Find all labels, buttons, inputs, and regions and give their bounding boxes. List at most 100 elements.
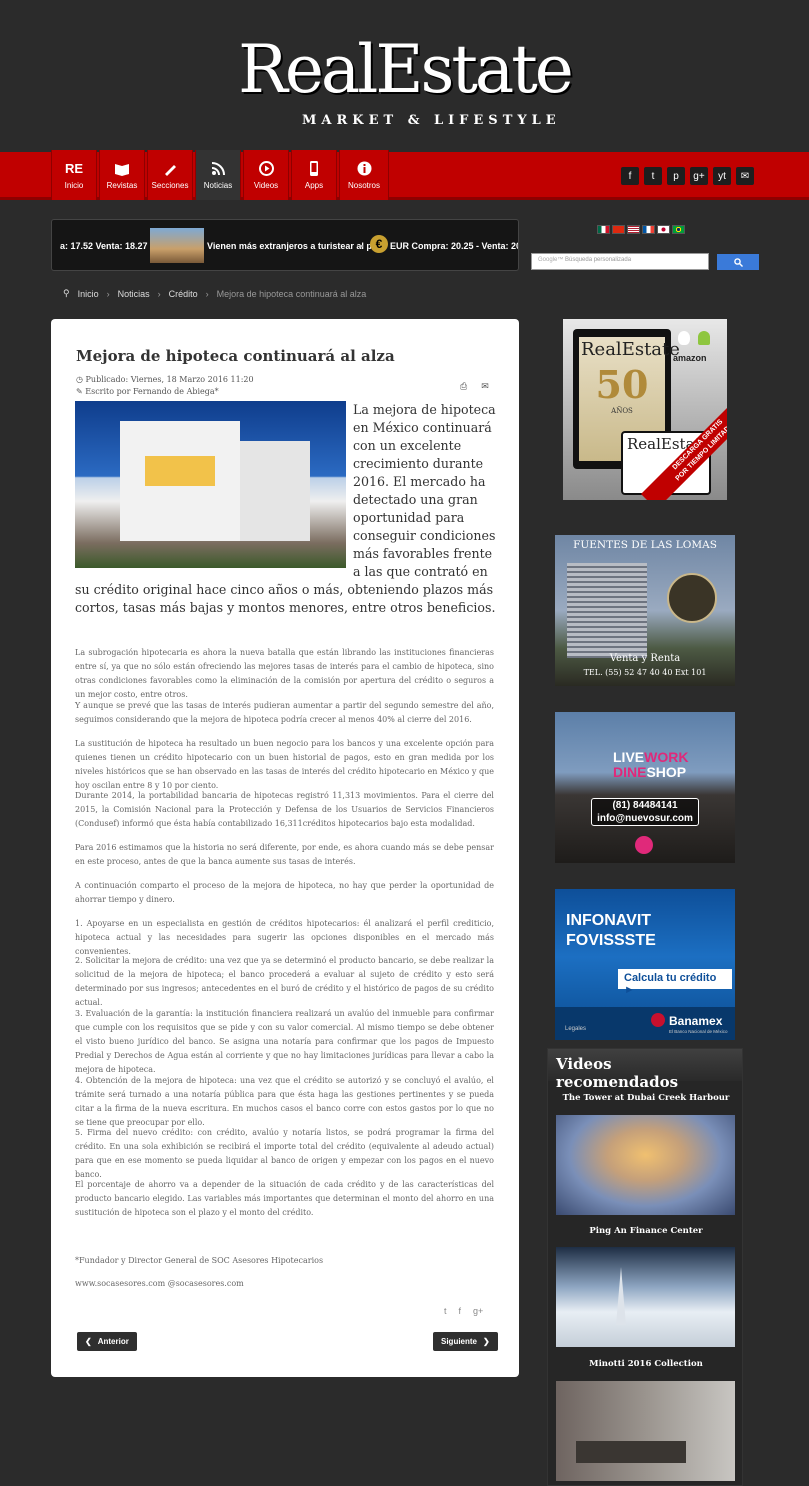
banamex-headline: INFONAVIT FOVISSSTE (566, 911, 656, 951)
magazine-ad[interactable]: RealEstate 50 AÑOS amazon RealEstate DES… (563, 319, 727, 500)
nav-secciones[interactable]: Secciones (147, 150, 193, 200)
cover-years: 50 (595, 362, 649, 407)
location-pin-icon: ⚲ (63, 288, 70, 298)
facebook-icon[interactable]: f (621, 167, 639, 185)
calcula-button[interactable]: Calcula tu crédito ► (618, 969, 732, 996)
paragraph: Durante 2014, la portabilidad bancaria d… (75, 791, 494, 828)
banamex-logo-icon (651, 1013, 665, 1027)
video-thumbnail[interactable] (556, 1115, 735, 1215)
chevron-right-icon: › (157, 288, 161, 299)
youtube-icon[interactable]: yt (713, 167, 731, 185)
email-icon[interactable]: ✉ (481, 382, 489, 392)
fuentes-sub: Venta y Renta (609, 653, 681, 664)
play-icon (258, 161, 274, 177)
nav-nosotros[interactable]: Nosotros (339, 150, 389, 200)
brand-badge-icon (635, 836, 653, 854)
cover-years-label: AÑOS (611, 407, 633, 415)
amazon-label: amazon (673, 353, 707, 363)
video-title[interactable]: Ping An Finance Center (548, 1226, 744, 1236)
videos-heading: Videos recomendados (548, 1049, 742, 1091)
facebook-icon[interactable]: f (459, 1306, 462, 1316)
print-icon[interactable]: ⎙ (460, 382, 467, 392)
search-input[interactable]: Google™ Búsqueda personalizada (531, 253, 709, 270)
breadcrumb-home[interactable]: Inicio (78, 289, 99, 299)
news-ticker[interactable]: a: 17.52 Venta: 18.27 Vienen más extranj… (51, 219, 519, 271)
france-flag-icon[interactable] (642, 225, 655, 234)
video-title[interactable]: Minotti 2016 Collection (548, 1359, 744, 1369)
fuentes-tel: TEL. (55) 52 47 40 40 Ext 101 (583, 668, 707, 677)
euro-icon: € (370, 235, 388, 253)
footnote: *Fundador y Director General de SOC Ases… (75, 1256, 324, 1265)
site-logo[interactable]: RealEstate MARKET & LIFESTYLE (0, 0, 809, 152)
pinterest-icon[interactable]: p (667, 167, 685, 185)
author: ✎ Escrito por Fernando de Abiega* (76, 387, 219, 396)
paragraph: El porcentaje de ahorro va a depender de… (75, 1180, 494, 1217)
prev-button[interactable]: ❮ Anterior (77, 1332, 137, 1351)
email-icon[interactable]: ✉ (736, 167, 754, 185)
nuevosur-phone: (81) 84484141 (612, 800, 678, 811)
google-plus-icon[interactable]: g+ (473, 1306, 483, 1316)
next-button[interactable]: Siguiente ❯ (433, 1332, 498, 1351)
prev-label: Anterior (97, 1337, 129, 1346)
paragraph: 5. Firma del nuevo crédito: con crédito,… (75, 1128, 494, 1179)
ticker-eur: EUR Compra: 20.25 - Venta: 20.8 (390, 241, 519, 251)
article-links[interactable]: www.socasesores.com @socasesores.com (75, 1277, 494, 1291)
cover-brand: RealEstate (581, 339, 680, 360)
banamex-ad[interactable]: INFONAVIT FOVISSSTE Calcula tu crédito ►… (555, 889, 735, 1040)
nav-label: Inicio (64, 180, 84, 190)
pencil-icon: ✎ (76, 387, 86, 396)
nav-label: Noticias (203, 180, 233, 190)
video-thumbnail[interactable] (556, 1381, 735, 1481)
mexico-flag-icon[interactable] (597, 225, 610, 234)
google-plus-icon[interactable]: g+ (690, 167, 708, 185)
next-label: Siguiente (441, 1337, 478, 1346)
japan-flag-icon[interactable] (657, 225, 670, 234)
info-icon (356, 161, 372, 177)
nav-label: Apps (304, 180, 324, 190)
legales-link[interactable]: Legales (565, 1026, 586, 1032)
fuentes-title: FUENTES DE LAS LOMAS (573, 539, 717, 551)
search-button[interactable] (717, 254, 759, 270)
paragraph: Para 2016 estimamos que la historia no s… (75, 843, 494, 866)
china-flag-icon[interactable] (612, 225, 625, 234)
tag-live: LIVE (613, 749, 645, 765)
video-thumbnail[interactable] (556, 1247, 735, 1347)
fuentes-ad[interactable]: FUENTES DE LAS LOMAS Venta y Renta TEL. … (555, 535, 735, 686)
crest-icon (667, 573, 717, 623)
nav-revistas[interactable]: Revistas (99, 150, 145, 200)
nav-apps[interactable]: Apps (291, 150, 337, 200)
ticker-headline[interactable]: Vienen más extranjeros a turistear al pa… (207, 241, 384, 251)
language-flags (597, 225, 685, 234)
logo-title: RealEstate (238, 31, 574, 108)
twitter-icon[interactable]: t (644, 167, 662, 185)
search-icon (733, 257, 743, 267)
nav-label: Revistas (106, 180, 138, 190)
paragraph: Y aunque se prevé que las tasas de inter… (75, 701, 494, 724)
ticker-thumbnail (150, 228, 204, 263)
book-icon (114, 161, 130, 177)
breadcrumb-credito[interactable]: Crédito (169, 289, 198, 299)
breadcrumb-noticias[interactable]: Noticias (118, 289, 150, 299)
nuevosur-ad[interactable]: LIVEWORK DINESHOP (81) 84484141 info@nue… (555, 712, 735, 863)
video-title[interactable]: The Tower at Dubai Creek Harbour (548, 1093, 744, 1103)
share-links: t f g+ (444, 1306, 483, 1316)
phone-icon (306, 161, 322, 177)
chevron-right-icon: › (205, 288, 209, 299)
article-tools: ⎙ ✉ (460, 382, 489, 392)
article-lead: La mejora de hipoteca en México continua… (75, 401, 497, 617)
nav-label: Nosotros (347, 180, 380, 190)
tag-shop: SHOP (646, 764, 687, 780)
fovissste-label: FOVISSSTE (566, 932, 656, 949)
article-title[interactable]: Mejora de hipoteca continuará al alza (76, 347, 395, 365)
nav-inicio[interactable]: RE Inicio (51, 150, 97, 200)
nav-videos[interactable]: Videos (243, 150, 289, 200)
brazil-flag-icon[interactable] (672, 225, 685, 234)
contact-box: (81) 84484141 info@nuevosur.com (591, 798, 699, 826)
nav-label: Videos (253, 180, 279, 190)
usa-flag-icon[interactable] (627, 225, 640, 234)
twitter-icon[interactable]: t (444, 1306, 447, 1316)
nav-noticias[interactable]: Noticias (195, 150, 241, 200)
main-nav: RE Inicio Revistas Secciones Noticias Vi… (51, 150, 389, 200)
paragraph: 1. Apoyarse en un especialista en gestió… (75, 919, 494, 956)
social-links: f t p g+ yt ✉ (621, 167, 754, 185)
